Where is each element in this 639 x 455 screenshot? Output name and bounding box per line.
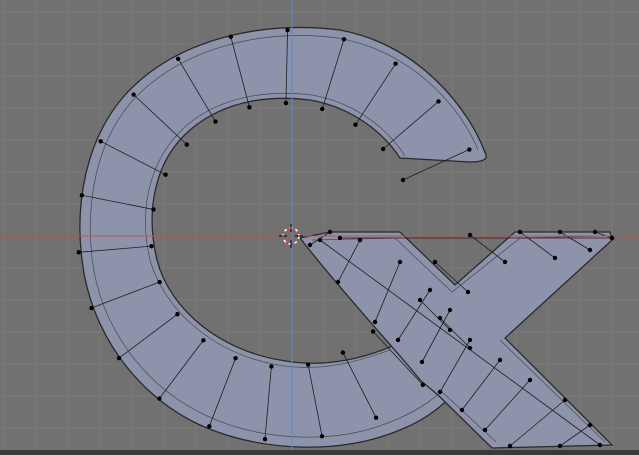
mesh-vertex[interactable] (557, 229, 563, 235)
mesh-vertex[interactable] (337, 235, 343, 241)
mesh-vertex[interactable] (89, 305, 94, 311)
mesh-vertex[interactable] (307, 242, 313, 248)
mesh-vertex[interactable] (372, 319, 378, 325)
mesh-vertex[interactable] (184, 142, 189, 147)
mesh-vertex[interactable] (467, 337, 473, 343)
mesh-vertex[interactable] (327, 229, 333, 235)
viewport-bottom-border (0, 450, 639, 455)
mesh-vertex[interactable] (262, 437, 268, 442)
mesh-vertex[interactable] (597, 442, 603, 448)
mesh-vertex[interactable] (157, 396, 162, 401)
mesh-vertex[interactable] (562, 397, 568, 403)
mesh-vertex[interactable] (98, 139, 103, 144)
mesh-vertex[interactable] (417, 297, 423, 303)
mesh-vertex[interactable] (447, 327, 453, 333)
mesh-vertex[interactable] (370, 329, 376, 334)
mesh-vertex[interactable] (419, 359, 425, 365)
mesh-vertex[interactable] (436, 99, 441, 104)
mesh-vertex[interactable] (283, 100, 289, 106)
mesh-vertex[interactable] (151, 207, 156, 212)
mesh-vertex[interactable] (320, 106, 325, 112)
mesh-vertex[interactable] (502, 259, 508, 265)
mesh-vertex[interactable] (116, 355, 122, 361)
mesh-vertex[interactable] (335, 279, 341, 285)
mesh-vertex[interactable] (201, 338, 206, 343)
mesh-vertex[interactable] (247, 105, 252, 110)
mesh-vertex[interactable] (609, 235, 615, 241)
mesh-vertex[interactable] (517, 229, 523, 235)
mesh-vertex[interactable] (149, 243, 154, 249)
mesh-vertex[interactable] (131, 92, 136, 97)
mesh-vertex[interactable] (395, 337, 401, 343)
viewport-canvas[interactable] (0, 0, 639, 455)
mesh-vertex[interactable] (497, 357, 503, 363)
mesh-vertex[interactable] (437, 389, 443, 395)
mesh-vertex[interactable] (557, 443, 563, 449)
3d-viewport[interactable] (0, 0, 639, 455)
mesh-vertex[interactable] (340, 350, 346, 355)
mesh-vertex[interactable] (285, 27, 290, 33)
mesh-vertex[interactable] (437, 315, 443, 321)
mesh-vertex[interactable] (587, 247, 593, 253)
mesh-vertex[interactable] (76, 250, 81, 255)
mesh-vertex[interactable] (305, 362, 311, 367)
mesh-vertex[interactable] (175, 312, 180, 317)
mesh-vertex[interactable] (482, 427, 488, 433)
mesh-vertex[interactable] (432, 259, 438, 265)
mesh-vertex[interactable] (353, 122, 358, 127)
mesh-vertex[interactable] (175, 56, 181, 62)
mesh-vertex[interactable] (373, 415, 379, 420)
mesh-vertex[interactable] (420, 382, 426, 388)
mesh-vertex[interactable] (527, 377, 533, 383)
mesh-vertex[interactable] (213, 119, 218, 124)
mesh-vertex[interactable] (459, 407, 465, 413)
mesh-vertex[interactable] (228, 34, 234, 39)
mesh-vertex[interactable] (552, 255, 558, 261)
mesh-vertex[interactable] (317, 237, 323, 243)
mesh-vertex[interactable] (465, 289, 471, 295)
mesh-vertex[interactable] (157, 279, 162, 285)
mesh-vertex[interactable] (79, 193, 85, 198)
mesh-vertex[interactable] (507, 443, 513, 449)
mesh-vertex[interactable] (397, 259, 403, 265)
mesh-vertex[interactable] (357, 237, 363, 243)
mesh-vertex[interactable] (269, 364, 274, 369)
mesh-vertex[interactable] (233, 355, 238, 361)
mesh-vertex[interactable] (163, 172, 168, 177)
mesh-vertex[interactable] (587, 422, 593, 428)
mesh-vertex[interactable] (393, 61, 398, 66)
mesh-vertex[interactable] (380, 146, 386, 152)
mesh-vertex[interactable] (467, 232, 473, 238)
mesh-vertex[interactable] (207, 424, 212, 429)
mesh-vertex[interactable] (467, 345, 473, 351)
mesh-vertex[interactable] (427, 287, 433, 293)
mesh-vertex[interactable] (341, 37, 347, 42)
mesh-vertex[interactable] (447, 307, 453, 313)
mesh-vertex[interactable] (467, 147, 472, 152)
mesh-vertex[interactable] (319, 434, 325, 439)
mesh-vertex[interactable] (592, 229, 598, 235)
mesh-vertex[interactable] (400, 177, 406, 183)
